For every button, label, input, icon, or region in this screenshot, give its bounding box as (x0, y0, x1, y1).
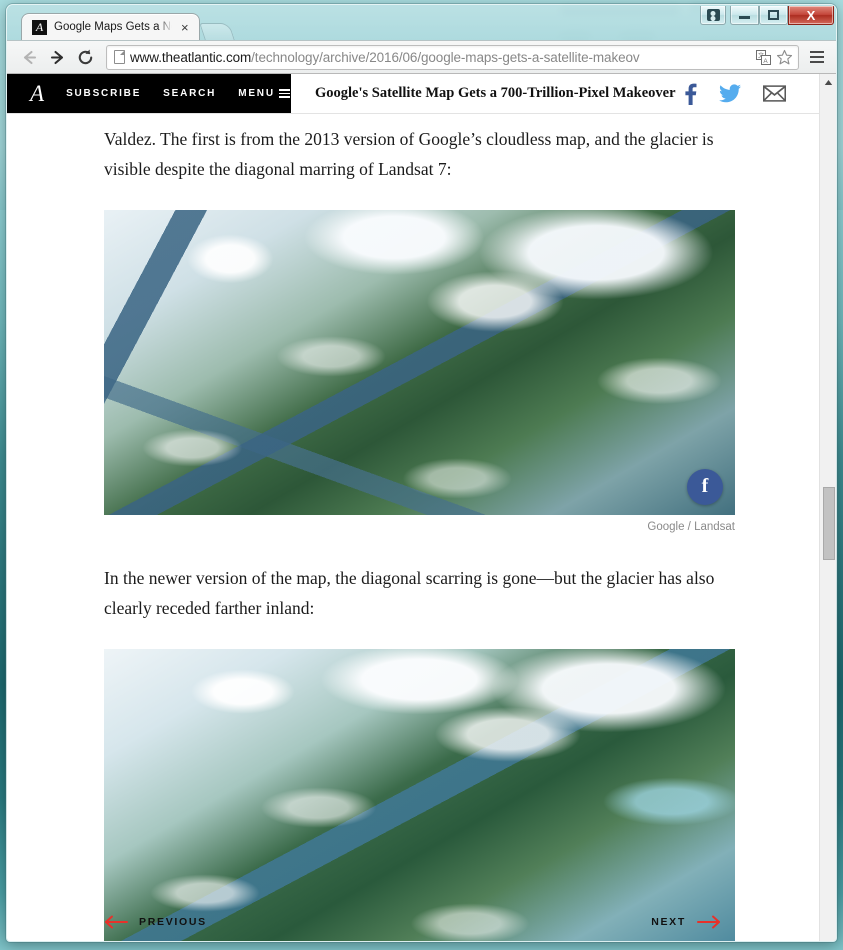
next-label: NEXT (651, 916, 686, 928)
reload-icon[interactable] (72, 44, 98, 70)
browser-window: A Google Maps Gets a New × X (6, 4, 837, 942)
maximize-button[interactable] (759, 6, 788, 25)
figure-2 (104, 649, 735, 941)
page-scrollbar[interactable] (819, 74, 836, 941)
nav-search[interactable]: SEARCH (163, 88, 216, 99)
twitter-icon[interactable] (719, 84, 741, 103)
nav-menu-label: MENU (238, 88, 275, 99)
facebook-icon[interactable] (684, 83, 697, 105)
email-icon[interactable] (763, 85, 786, 102)
next-link[interactable]: NEXT (651, 915, 721, 929)
tab-title: Google Maps Gets a New (54, 21, 172, 33)
new-tab-button[interactable] (198, 23, 235, 40)
page-title: Google's Satellite Map Gets a 700-Trilli… (315, 85, 676, 101)
article-paragraph-1: Valdez. The first is from the 2013 versi… (104, 129, 714, 179)
forward-icon[interactable] (44, 44, 70, 70)
translate-icon[interactable]: 文 A (756, 49, 771, 65)
back-icon[interactable] (16, 44, 42, 70)
article-body: Valdez. The first is from the 2013 versi… (7, 114, 836, 941)
hamburger-icon (278, 89, 290, 98)
svg-text:A: A (763, 57, 768, 64)
facebook-share-button[interactable]: f (687, 469, 723, 505)
nav-subscribe-label: SUBSCRIBE (66, 88, 142, 99)
browser-toolbar: www.theatlantic.com/technology/archive/2… (7, 40, 836, 74)
window-controls: X (700, 5, 834, 25)
arrow-right-icon (697, 915, 721, 929)
site-header: A SUBSCRIBE SEARCH MENU Google's Satelli… (7, 74, 836, 114)
facebook-share-glyph: f (701, 475, 709, 497)
bookmark-star-icon[interactable] (776, 49, 793, 66)
satellite-image-2013: f (104, 210, 735, 515)
figure-1: f Google / Landsat (104, 210, 735, 533)
nav-menu[interactable]: MENU (238, 88, 290, 99)
page-info-icon (114, 50, 125, 64)
scroll-up-icon[interactable] (820, 74, 836, 91)
tab-strip: A Google Maps Gets a New × (21, 13, 235, 40)
tab-favicon-atlantic: A (32, 19, 47, 35)
sticky-headline-bar: Google's Satellite Map Gets a 700-Trilli… (291, 74, 836, 113)
url-domain: www.theatlantic.com (130, 49, 252, 65)
browser-tab-active[interactable]: A Google Maps Gets a New × (21, 13, 200, 40)
article-paragraph-2: In the newer version of the map, the dia… (104, 568, 715, 618)
minimize-button[interactable] (730, 6, 759, 25)
browser-menu-icon[interactable] (805, 44, 829, 70)
nav-subscribe[interactable]: SUBSCRIBE (66, 88, 141, 99)
site-brand-bar: A SUBSCRIBE SEARCH MENU (7, 74, 291, 113)
previous-label: PREVIOUS (139, 916, 207, 928)
browser-titlebar: A Google Maps Gets a New × X (7, 5, 836, 40)
share-icons (684, 83, 786, 105)
scrollbar-thumb[interactable] (823, 487, 835, 560)
url-path: /technology/archive/2016/06/google-maps-… (251, 49, 640, 65)
page-viewport: A SUBSCRIBE SEARCH MENU Google's Satelli… (7, 74, 836, 941)
arrow-left-icon (104, 915, 128, 929)
figure-1-caption: Google / Landsat (647, 521, 735, 533)
satellite-image-new (104, 649, 735, 941)
previous-link[interactable]: PREVIOUS (104, 915, 207, 929)
address-bar[interactable]: www.theatlantic.com/technology/archive/2… (106, 44, 799, 70)
article-pager: PREVIOUS NEXT (104, 915, 721, 929)
tab-close-icon[interactable]: × (179, 21, 191, 34)
close-window-button[interactable]: X (788, 6, 834, 25)
url-text: www.theatlantic.com/technology/archive/2… (130, 50, 751, 65)
desktop-background: A Google Maps Gets a New × X (0, 0, 843, 950)
nav-search-label: SEARCH (163, 88, 217, 99)
user-account-icon[interactable] (700, 6, 726, 25)
atlantic-logo[interactable]: A (30, 82, 44, 105)
